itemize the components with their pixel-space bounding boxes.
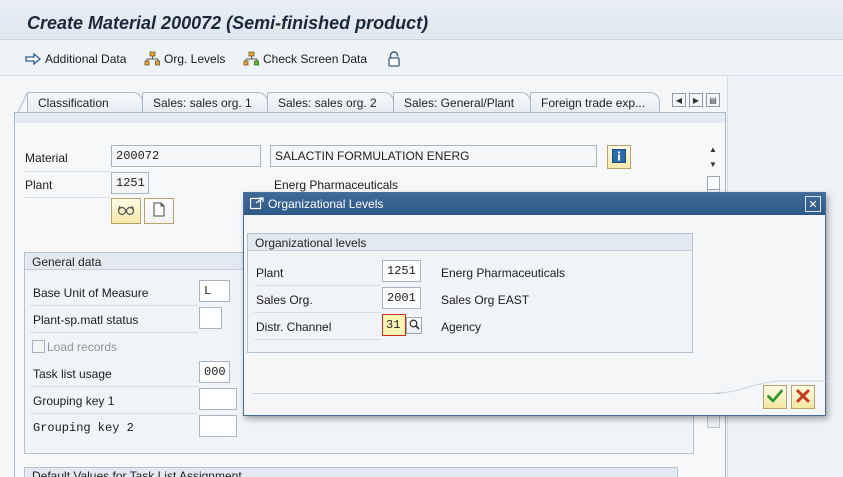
- org-levels-group-title: Organizational levels: [248, 234, 692, 251]
- glasses-button[interactable]: [111, 198, 141, 224]
- plant-description: Energ Pharmaceuticals: [274, 178, 399, 192]
- org-levels-label: Org. Levels: [164, 52, 226, 66]
- dialog-window-icon: [249, 197, 264, 213]
- triangle-down-icon: ▼: [709, 159, 717, 169]
- tab-list-button[interactable]: ▤: [706, 93, 720, 107]
- dialog-sales-org-label: Sales Org.: [256, 293, 313, 307]
- default-values-group: Default Values for Task List Assignment: [24, 467, 678, 477]
- title-bar: Create Material 200072 (Semi-finished pr…: [0, 0, 843, 40]
- triangle-up-icon: ▲: [709, 144, 717, 154]
- check-hierarchy-icon: [243, 51, 259, 67]
- row-separator: [30, 305, 198, 306]
- check-screen-data-label: Check Screen Data: [263, 52, 368, 66]
- dialog-plant-field[interactable]: 1251: [382, 260, 421, 282]
- default-values-title: Default Values for Task List Assignment: [25, 468, 677, 477]
- row-separator: [254, 285, 381, 286]
- value-help-button[interactable]: [406, 317, 422, 334]
- dialog-distr-channel-field[interactable]: 31: [382, 314, 406, 336]
- plant-status-label: Plant-sp.matl status: [33, 313, 139, 327]
- document-button[interactable]: [144, 198, 174, 224]
- task-list-usage-field[interactable]: 000: [199, 361, 230, 383]
- material-description-field[interactable]: SALACTIN FORMULATION ENERG: [270, 145, 597, 167]
- plant-field[interactable]: 1251: [111, 172, 149, 194]
- load-records-label: Load records: [47, 340, 118, 354]
- dialog-sales-org-field[interactable]: 2001: [382, 287, 421, 309]
- padlock-icon: [386, 51, 402, 67]
- page-title: Create Material 200072 (Semi-finished pr…: [27, 13, 429, 33]
- tab-list-icon: ▤: [709, 95, 717, 105]
- row-separator: [30, 386, 198, 387]
- org-hierarchy-icon: [144, 51, 160, 67]
- tab-label: Classification: [38, 96, 109, 110]
- tab-label: Sales: General/Plant: [404, 96, 515, 110]
- tab-sales-org-2[interactable]: Sales: sales org. 2: [267, 92, 394, 113]
- material-label: Material: [25, 151, 68, 165]
- triangle-left-icon: ◀: [675, 95, 683, 105]
- tab-scroll-right-button[interactable]: ▶: [689, 93, 703, 107]
- row-separator: [24, 171, 110, 172]
- lock-button[interactable]: [386, 49, 402, 69]
- org-levels-dialog: Organizational Levels ✕ Organizational l…: [243, 192, 826, 416]
- grouping-key-1-field[interactable]: [199, 388, 237, 410]
- tab-label: Sales: sales org. 1: [153, 96, 252, 110]
- dialog-sales-org-description: Sales Org EAST: [441, 293, 530, 307]
- dialog-plant-description: Energ Pharmaceuticals: [441, 266, 566, 280]
- info-button[interactable]: [607, 145, 631, 169]
- dialog-distr-channel-description: Agency: [441, 320, 482, 334]
- tab-panel-header: [15, 113, 725, 123]
- additional-data-label: Additional Data: [45, 52, 127, 66]
- task-list-usage-label: Task list usage: [33, 367, 112, 381]
- search-icon: [409, 319, 420, 333]
- dialog-titlebar: Organizational Levels ✕: [244, 193, 825, 215]
- dialog-close-button[interactable]: ✕: [805, 196, 821, 212]
- dialog-title: Organizational Levels: [268, 197, 384, 211]
- scroll-up-button[interactable]: ▲: [707, 144, 719, 154]
- dialog-plant-label: Plant: [256, 266, 284, 280]
- info-icon: [612, 148, 626, 166]
- document-icon: [153, 202, 165, 220]
- triangle-right-icon: ▶: [692, 95, 700, 105]
- tab-foreign-trade-export[interactable]: Foreign trade exp...: [530, 92, 660, 113]
- check-screen-data-button[interactable]: Check Screen Data: [243, 49, 367, 69]
- row-separator: [254, 339, 381, 340]
- row-separator: [30, 332, 198, 333]
- plant-status-field[interactable]: [199, 307, 222, 329]
- arrow-right-icon: [25, 51, 41, 67]
- cancel-button[interactable]: [791, 385, 815, 409]
- row-separator: [24, 197, 110, 198]
- dialog-distr-channel-label: Distr. Channel: [256, 320, 332, 334]
- grouping-key-2-field[interactable]: [199, 415, 237, 437]
- close-icon: ✕: [808, 198, 818, 211]
- tab-classification[interactable]: Classification: [27, 92, 143, 113]
- checkmark-icon: [767, 389, 783, 406]
- tab-sales-org-1[interactable]: Sales: sales org. 1: [142, 92, 268, 113]
- tab-label: Foreign trade exp...: [541, 96, 646, 110]
- scroll-down-button[interactable]: ▼: [707, 159, 719, 169]
- base-unit-field[interactable]: L: [199, 280, 230, 302]
- vertical-scrollbar-thumb[interactable]: [707, 176, 720, 190]
- dialog-footer-separator: [252, 393, 722, 394]
- row-separator: [254, 312, 381, 313]
- additional-data-button[interactable]: Additional Data: [25, 49, 126, 69]
- grouping-key-2-label: Grouping key 2: [33, 421, 134, 435]
- tab-sales-general-plant[interactable]: Sales: General/Plant: [393, 92, 531, 113]
- tab-label: Sales: sales org. 2: [278, 96, 377, 110]
- row-separator: [30, 413, 198, 414]
- confirm-button[interactable]: [763, 385, 787, 409]
- base-unit-label: Base Unit of Measure: [33, 286, 149, 300]
- glasses-icon: [117, 204, 135, 219]
- cancel-x-icon: [796, 389, 810, 406]
- material-number-field[interactable]: 200072: [111, 145, 261, 167]
- application-toolbar: Additional Data Org. Levels Check Screen…: [0, 41, 843, 76]
- tab-scroll-left-button[interactable]: ◀: [672, 93, 686, 107]
- load-records-checkbox[interactable]: [32, 340, 45, 353]
- grouping-key-1-label: Grouping key 1: [33, 394, 115, 408]
- org-levels-button[interactable]: Org. Levels: [144, 49, 225, 69]
- plant-label: Plant: [25, 178, 53, 192]
